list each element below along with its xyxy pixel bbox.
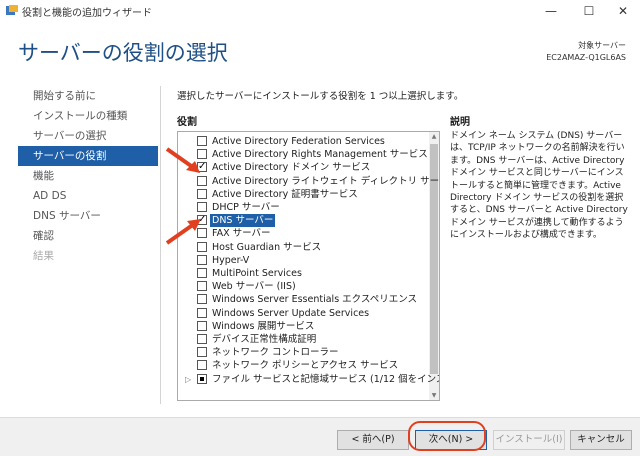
role-item[interactable]: Active Directory Federation Services — [178, 135, 428, 148]
nav-item-features[interactable]: 機能 — [18, 166, 158, 186]
role-label: Web サーバー (IIS) — [212, 281, 296, 293]
role-label: Hyper-V — [212, 254, 250, 266]
nav-item-server-roles[interactable]: サーバーの役割 — [18, 146, 158, 166]
role-label: DNS サーバー — [210, 214, 276, 228]
role-checkbox[interactable] — [197, 281, 207, 292]
role-label: MultiPoint Services — [212, 268, 302, 279]
role-label: デバイス正常性構成証明 — [212, 334, 317, 345]
role-item[interactable]: DHCP サーバー — [178, 201, 428, 214]
description-heading: 説明 — [450, 117, 470, 128]
role-item[interactable]: ✓ DNS サーバー — [178, 214, 428, 228]
role-checkbox[interactable] — [197, 136, 207, 146]
wizard-nav: 開始する前に インストールの種類 サーバーの選択 サーバーの役割 機能 AD D… — [18, 86, 158, 266]
role-label: ファイル サービスと記憶域サービス (1/12 個をインストール済 — [212, 373, 439, 385]
role-checkbox[interactable] — [197, 360, 207, 371]
cancel-button[interactable]: キャンセル — [570, 430, 632, 450]
scroll-down-arrow-icon[interactable]: ▼ — [430, 392, 438, 399]
wizard-footer: < 前へ(P) 次へ(N) > インストール(I) キャンセル — [0, 417, 640, 456]
role-item[interactable]: Windows Server Update Services — [178, 307, 428, 320]
nav-item-installation-type[interactable]: インストールの種類 — [18, 106, 158, 126]
role-checkbox[interactable] — [197, 188, 207, 199]
instruction-text: 選択したサーバーにインストールする役割を 1 つ以上選択します。 — [177, 91, 464, 102]
target-server-name: EC2AMAZ-Q1GL6AS — [546, 53, 626, 62]
window-title: 役割と機能の追加ウィザード — [22, 8, 152, 19]
nav-item-before-you-begin[interactable]: 開始する前に — [18, 86, 158, 106]
role-item[interactable]: Host Guardian サービス — [178, 241, 428, 254]
role-checkbox[interactable] — [197, 373, 207, 384]
role-item[interactable]: Active Directory Rights Management サービス — [178, 148, 428, 161]
role-checkbox[interactable] — [197, 347, 207, 358]
role-label: Active Directory Federation Services — [212, 136, 385, 147]
role-item[interactable]: Active Directory 証明書サービス — [178, 188, 428, 201]
role-label: Windows Server Update Services — [212, 307, 370, 319]
role-label: FAX サーバー — [212, 228, 271, 240]
role-item[interactable]: Active Directory ライトウェイト ディレクトリ サービス — [178, 175, 439, 188]
role-label: Windows Server Essentials エクスペリエンス — [212, 294, 418, 306]
roles-heading: 役割 — [177, 117, 197, 128]
role-label: ネットワーク コントローラー — [212, 347, 339, 359]
close-button[interactable]: ✕ — [604, 0, 640, 22]
role-item[interactable]: デバイス正常性構成証明 — [178, 333, 428, 346]
role-label: Active Directory ライトウェイト ディレクトリ サービス — [212, 175, 440, 187]
nav-divider — [160, 86, 161, 404]
role-item[interactable]: Windows Server Essentials エクスペリエンス — [178, 293, 428, 306]
role-label: DHCP サーバー — [212, 202, 280, 213]
next-button-highlight-annotation — [408, 421, 486, 451]
expand-arrow-icon[interactable]: ▷ — [185, 373, 191, 386]
role-checkbox[interactable] — [197, 202, 207, 212]
role-label: Active Directory Rights Management サービス — [212, 149, 428, 161]
maximize-button[interactable]: ☐ — [570, 0, 608, 22]
role-checkbox[interactable] — [197, 268, 207, 278]
nav-item-dns-server[interactable]: DNS サーバー — [18, 206, 158, 226]
role-checkbox[interactable] — [197, 254, 207, 265]
role-item[interactable]: ネットワーク ポリシーとアクセス サービス — [178, 359, 428, 372]
nav-item-results: 結果 — [33, 250, 54, 262]
role-item[interactable]: Windows 展開サービス — [178, 320, 428, 333]
role-item[interactable]: Web サーバー (IIS) — [178, 280, 428, 293]
role-item[interactable]: ▷ ファイル サービスと記憶域サービス (1/12 個をインストール済 — [178, 373, 439, 386]
role-label: ネットワーク ポリシーとアクセス サービス — [212, 360, 399, 372]
page-title: サーバーの役割の選択 — [18, 41, 228, 65]
role-checkbox[interactable] — [197, 175, 207, 186]
nav-item-confirmation[interactable]: 確認 — [18, 226, 158, 246]
role-checkbox[interactable] — [197, 334, 207, 344]
target-server-label: 対象サーバー — [578, 41, 626, 50]
role-checkbox[interactable] — [197, 294, 207, 305]
role-checkbox[interactable] — [197, 320, 207, 331]
previous-button[interactable]: < 前へ(P) — [337, 430, 409, 450]
role-item[interactable]: Hyper-V — [178, 254, 428, 267]
roles-list-scrollbar[interactable]: ▲ ▼ — [429, 132, 439, 400]
role-label: Windows 展開サービス — [212, 320, 315, 332]
role-item[interactable]: MultiPoint Services — [178, 267, 428, 280]
scroll-up-arrow-icon[interactable]: ▲ — [430, 133, 438, 140]
description-text: ドメイン ネーム システム (DNS) サーバーは、TCP/IP ネットワークの… — [450, 131, 628, 241]
role-item[interactable]: ネットワーク コントローラー — [178, 346, 428, 359]
role-item[interactable]: FAX サーバー — [178, 227, 428, 240]
role-label: Active Directory 証明書サービス — [212, 188, 358, 200]
role-label: Host Guardian サービス — [212, 241, 322, 253]
minimize-button[interactable]: — — [532, 0, 570, 22]
nav-item-ad-ds[interactable]: AD DS — [18, 186, 158, 206]
install-button: インストール(I) — [493, 430, 565, 450]
roles-list[interactable]: ▲ ▼ Active Directory Federation Services… — [177, 131, 440, 401]
server-manager-icon — [6, 5, 18, 15]
annotation-arrow-dns-icon — [165, 219, 201, 245]
role-label: Active Directory ドメイン サービス — [212, 162, 371, 174]
annotation-arrow-ad-ds-icon — [165, 147, 200, 173]
role-item[interactable]: ✓ Active Directory ドメイン サービス — [178, 161, 428, 174]
title-bar: 役割と機能の追加ウィザード — ☐ ✕ — [0, 0, 640, 22]
nav-item-server-selection[interactable]: サーバーの選択 — [18, 126, 158, 146]
role-checkbox[interactable] — [197, 307, 207, 318]
